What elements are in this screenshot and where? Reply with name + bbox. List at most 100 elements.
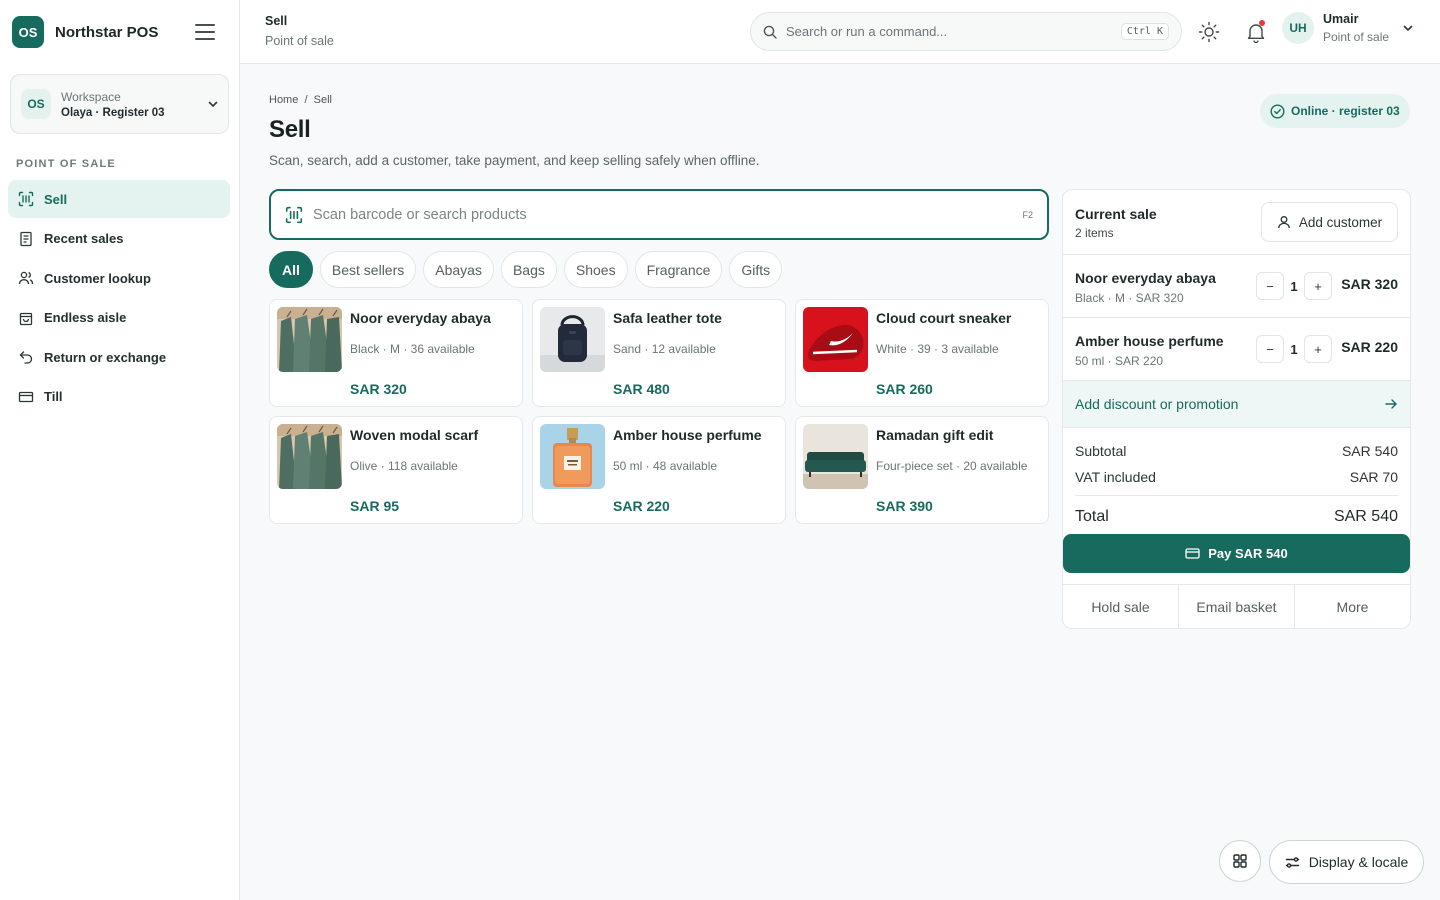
increase-quantity-button[interactable]: + (1304, 272, 1332, 300)
theme-toggle-button[interactable] (1193, 16, 1225, 48)
product-price: SAR 320 (350, 381, 407, 397)
product-scan-field[interactable]: F2 (269, 189, 1049, 240)
sidebar-item-recent-sales[interactable]: Recent sales (8, 220, 230, 258)
more-button[interactable]: More (1295, 585, 1410, 628)
workspace-badge: OS (21, 89, 51, 119)
sidebar-item-label: Customer lookup (44, 270, 151, 286)
cart-header: Current sale 2 items Add customer (1063, 190, 1410, 255)
page-title: Sell (269, 116, 311, 143)
product-card[interactable]: Cloud court sneaker White · 39 · 3 avail… (795, 299, 1049, 407)
cart-line-price: SAR 220 (1341, 339, 1398, 355)
topbar: Sell Point of sale Ctrl K UH Umair Point… (240, 0, 1440, 64)
status-text: Online · register 03 (1291, 104, 1400, 118)
sidebar-item-label: Endless aisle (44, 310, 127, 325)
current-sale-panel: Current sale 2 items Add customer Noor e… (1062, 189, 1411, 629)
chevron-down-icon (208, 101, 218, 108)
cart-line-price: SAR 320 (1341, 276, 1398, 292)
command-search[interactable]: Ctrl K (750, 12, 1182, 51)
pay-button[interactable]: Pay SAR 540 (1063, 534, 1410, 573)
category-chip-fragrance[interactable]: Fragrance (634, 251, 723, 288)
product-card[interactable]: Noor everyday abaya Black · M · 36 avail… (269, 299, 523, 407)
product-name: Amber house perfume (613, 427, 762, 443)
apps-grid-button[interactable] (1219, 840, 1261, 882)
product-card[interactable]: Ramadan gift edit Four-piece set · 20 av… (795, 416, 1049, 524)
category-chip-bags[interactable]: Bags (500, 251, 557, 288)
avatar: UH (1282, 12, 1314, 44)
category-chip-best-sellers[interactable]: Best sellers (319, 251, 417, 288)
vat-label: VAT included (1075, 469, 1156, 485)
workspace-switcher[interactable]: OS Workspace Olaya · Register 03 (10, 74, 229, 134)
product-image (540, 424, 605, 489)
user-menu[interactable]: UH Umair Point of sale (1282, 12, 1413, 44)
product-image (803, 307, 868, 372)
command-search-input[interactable] (786, 24, 1121, 39)
add-discount-button[interactable]: Add discount or promotion (1063, 381, 1410, 428)
user-role: Point of sale (1323, 30, 1390, 44)
sidebar-item-endless-aisle[interactable]: Endless aisle (8, 299, 230, 337)
sidebar-item-till[interactable]: Till (8, 378, 230, 416)
receipt-icon (18, 231, 34, 247)
product-image (277, 424, 342, 489)
product-card[interactable]: Amber house perfume 50 ml · 48 available… (532, 416, 786, 524)
brand: OS Northstar POS (0, 0, 239, 64)
product-grid: Noor everyday abaya Black · M · 36 avail… (269, 299, 1049, 524)
sidebar-item-customer-lookup[interactable]: Customer lookup (8, 259, 230, 297)
workspace-value: Olaya · Register 03 (61, 106, 165, 119)
sidebar: OS Northstar POS OS Workspace Olaya · Re… (0, 0, 240, 900)
app-name: Northstar POS (55, 23, 159, 41)
cart-line: Amber house perfume 50 ml · SAR 220 − 1 … (1063, 318, 1410, 381)
arrow-right-icon (1385, 399, 1397, 409)
workspace-label: Workspace (61, 89, 121, 104)
status-badge: Online · register 03 (1260, 94, 1410, 128)
cart-item-count: 2 items (1075, 226, 1114, 240)
page-description: Scan, search, add a customer, take payme… (269, 153, 760, 168)
credit-card-icon (1185, 548, 1200, 559)
decrease-quantity-button[interactable]: − (1256, 335, 1284, 363)
cart-title: Current sale (1075, 206, 1157, 222)
product-price: SAR 390 (876, 498, 933, 514)
user-icon (1277, 216, 1290, 229)
total-label: Total (1075, 508, 1109, 525)
increase-quantity-button[interactable]: + (1304, 335, 1332, 363)
display-locale-button[interactable]: Display & locale (1269, 840, 1424, 884)
product-image (277, 307, 342, 372)
subtotal-label: Subtotal (1075, 443, 1127, 459)
category-chip-gifts[interactable]: Gifts (729, 251, 783, 288)
decrease-quantity-button[interactable]: − (1256, 272, 1284, 300)
sidebar-item-label: Till (44, 389, 63, 404)
product-card[interactable]: Safa leather tote Sand · 12 available SA… (532, 299, 786, 407)
add-customer-button[interactable]: Add customer (1261, 202, 1398, 242)
category-chip-all[interactable]: All (269, 251, 313, 288)
sidebar-item-return-exchange[interactable]: Return or exchange (8, 338, 230, 376)
sidebar-item-label: Recent sales (44, 231, 124, 246)
shopping-bag-icon (18, 310, 34, 326)
product-meta: Olive · 118 available (350, 459, 458, 473)
cart-line-name: Amber house perfume (1075, 333, 1224, 349)
category-chip-shoes[interactable]: Shoes (563, 251, 628, 288)
cart-line-meta: 50 ml · SAR 220 (1075, 354, 1164, 368)
cart-line-meta: Black · M · SAR 320 (1075, 291, 1184, 305)
email-basket-button[interactable]: Email basket (1179, 585, 1295, 628)
menu-icon[interactable] (195, 24, 215, 40)
product-name: Ramadan gift edit (876, 427, 994, 443)
sidebar-item-sell[interactable]: Sell (8, 180, 230, 218)
product-meta: 50 ml · 48 available (613, 459, 718, 473)
product-card[interactable]: Woven modal scarf Olive · 118 available … (269, 416, 523, 524)
product-name: Safa leather tote (613, 310, 722, 326)
cart-line-name: Noor everyday abaya (1075, 270, 1216, 286)
barcode-scan-icon (18, 191, 34, 207)
notifications-button[interactable] (1240, 16, 1272, 48)
product-search-input[interactable] (313, 206, 1023, 223)
quantity-value: 1 (1290, 341, 1298, 357)
scan-shortcut-key: F2 (1022, 209, 1033, 220)
chevron-down-icon (1403, 25, 1413, 32)
user-name: Umair (1323, 12, 1359, 26)
search-shortcut-key: Ctrl K (1120, 23, 1169, 40)
product-price: SAR 260 (876, 381, 933, 397)
hold-sale-button[interactable]: Hold sale (1063, 585, 1179, 628)
grid-icon (1233, 854, 1247, 868)
category-chip-abayas[interactable]: Abayas (423, 251, 494, 288)
sidebar-nav: Sell Recent sales Customer lookup Endles… (8, 180, 230, 417)
quantity-value: 1 (1290, 278, 1298, 294)
sale-totals: Subtotal SAR 540 VAT included SAR 70 Total… (1063, 428, 1410, 532)
